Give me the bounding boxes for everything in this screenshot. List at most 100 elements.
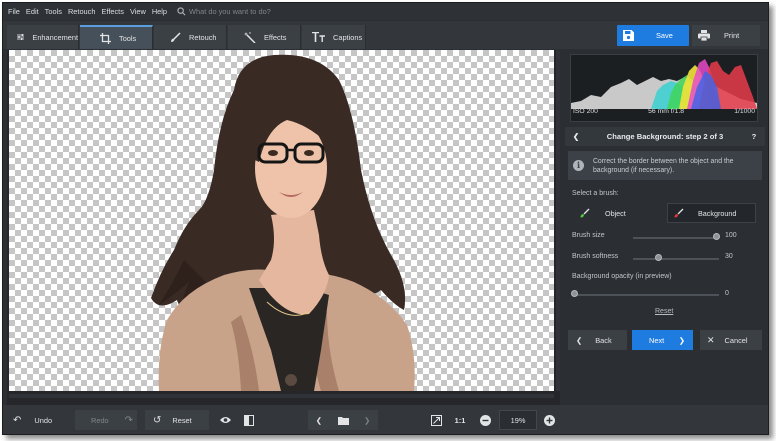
menu-tools[interactable]: Tools bbox=[45, 3, 62, 20]
brush-size-label: Brush size bbox=[572, 232, 605, 239]
redo-label: Redo bbox=[91, 415, 109, 425]
exif-shutter: 1/1000 bbox=[734, 108, 755, 115]
horizontal-scrollbar[interactable] bbox=[9, 394, 554, 398]
object-brush-button[interactable]: Object bbox=[572, 203, 662, 223]
menu-retouch[interactable]: Retouch bbox=[68, 3, 96, 20]
image-canvas[interactable] bbox=[7, 50, 560, 405]
menu-help[interactable]: Help bbox=[152, 3, 167, 20]
actual-size-button[interactable]: 1:1 bbox=[451, 410, 469, 430]
background-opacity-label: Background opacity (in preview) bbox=[572, 273, 672, 280]
save-label: Save bbox=[656, 31, 673, 40]
menu-view[interactable]: View bbox=[130, 3, 146, 20]
background-opacity-slider[interactable] bbox=[575, 294, 719, 296]
brush-softness-handle[interactable] bbox=[654, 254, 662, 261]
fit-screen-icon bbox=[430, 414, 442, 426]
chevron-right-icon[interactable]: ❯ bbox=[364, 416, 370, 425]
preview-eye-button[interactable] bbox=[215, 410, 235, 430]
redo-icon: ↷ bbox=[124, 414, 134, 426]
tab-label: Tools bbox=[119, 33, 137, 43]
tab-retouch[interactable]: Retouch bbox=[154, 25, 227, 49]
back-button[interactable]: ❮ Back bbox=[568, 330, 627, 350]
print-button[interactable]: Print bbox=[692, 25, 760, 46]
brush-softness-label: Brush softness bbox=[572, 253, 619, 260]
print-label: Print bbox=[724, 31, 740, 40]
portrait-cutout bbox=[151, 54, 415, 391]
save-button[interactable]: Save bbox=[617, 25, 689, 46]
next-button[interactable]: Next ❯ bbox=[632, 330, 693, 350]
help-button[interactable]: ? bbox=[743, 132, 765, 141]
brush-size-slider[interactable] bbox=[633, 237, 717, 239]
brush-size-value: 100 bbox=[725, 232, 737, 239]
right-panel: ISO 200 56 mm f/1.8 1/1000 ❮ Change Back… bbox=[565, 50, 768, 405]
plus-circle-icon bbox=[543, 414, 555, 426]
step-title: Change Background: step 2 of 3 bbox=[606, 132, 724, 141]
close-icon: ✕ bbox=[707, 334, 715, 345]
search-box bbox=[177, 7, 320, 16]
undo-button[interactable]: ↶ Undo bbox=[7, 410, 71, 430]
exif-lens: 56 mm f/1.8 bbox=[648, 108, 685, 115]
tab-label: Retouch bbox=[189, 32, 217, 42]
exif-iso: ISO 200 bbox=[573, 108, 598, 115]
brush-select-label: Select a brush: bbox=[572, 190, 619, 197]
histogram-graph bbox=[571, 59, 757, 109]
info-text: Correct the border between the object an… bbox=[592, 157, 734, 174]
text-icon bbox=[312, 32, 325, 42]
transparency-checkerboard bbox=[9, 50, 554, 391]
magic-wand-icon bbox=[244, 31, 256, 43]
object-brush-label: Object bbox=[605, 208, 626, 218]
cancel-button[interactable]: ✕ Cancel bbox=[700, 330, 762, 350]
rotate-left-icon: ↺ bbox=[153, 414, 162, 426]
brush-softness-slider[interactable] bbox=[633, 258, 719, 260]
zoom-out-button[interactable] bbox=[477, 410, 493, 430]
info-icon: i bbox=[573, 160, 584, 171]
vertical-scrollbar[interactable] bbox=[556, 50, 560, 391]
info-box: i Correct the border between the object … bbox=[568, 151, 762, 180]
crop-icon bbox=[100, 32, 111, 44]
background-brush-button[interactable]: Background bbox=[667, 203, 756, 223]
background-brush-label: Background bbox=[698, 208, 737, 218]
tab-label: Captions bbox=[333, 32, 363, 42]
brush-softness-value: 30 bbox=[725, 253, 733, 260]
sliders-icon bbox=[17, 33, 25, 41]
red-brush-icon bbox=[674, 208, 684, 218]
app-window: File Edit Tools Retouch Effects View Hel… bbox=[2, 2, 769, 435]
search-icon bbox=[177, 7, 186, 16]
folder-icon[interactable] bbox=[337, 416, 349, 425]
brush-size-handle[interactable] bbox=[713, 233, 720, 240]
reset-button[interactable]: ↺ Reset bbox=[145, 410, 209, 430]
cancel-label: Cancel bbox=[724, 335, 748, 345]
eye-icon bbox=[219, 417, 231, 423]
chevron-left-icon[interactable]: ❮ bbox=[316, 416, 322, 425]
printer-icon bbox=[698, 30, 710, 41]
reset-label: Reset bbox=[172, 415, 192, 425]
chevron-left-icon[interactable]: ❮ bbox=[565, 132, 587, 141]
zoom-level-field[interactable]: 19% bbox=[499, 410, 537, 430]
back-label: Back bbox=[595, 335, 612, 345]
next-label: Next bbox=[649, 335, 665, 345]
menu-file[interactable]: File bbox=[8, 3, 20, 20]
search-input[interactable] bbox=[189, 7, 320, 16]
fit-to-screen-button[interactable] bbox=[428, 410, 444, 430]
before-after-icon bbox=[244, 414, 254, 426]
menu-effects[interactable]: Effects bbox=[101, 3, 123, 20]
tab-captions[interactable]: Captions bbox=[302, 25, 366, 49]
background-opacity-handle[interactable] bbox=[571, 290, 578, 297]
compare-button[interactable] bbox=[239, 410, 259, 430]
tab-tools[interactable]: Tools bbox=[80, 25, 153, 49]
brush-icon bbox=[171, 31, 181, 42]
menu-edit[interactable]: Edit bbox=[26, 3, 39, 20]
green-brush-icon bbox=[580, 208, 590, 218]
exif-info: ISO 200 56 mm f/1.8 1/1000 bbox=[570, 108, 758, 120]
redo-button[interactable]: Redo ↷ bbox=[75, 410, 137, 430]
reset-link[interactable]: Reset bbox=[655, 308, 673, 315]
tab-effects[interactable]: Effects bbox=[228, 25, 301, 49]
menu-bar: File Edit Tools Retouch Effects View Hel… bbox=[3, 3, 768, 20]
zoom-in-button[interactable] bbox=[541, 410, 557, 430]
bottom-toolbar: ↶ Undo Redo ↷ ↺ Reset ❮ ❯ 1:1 19% bbox=[3, 405, 768, 434]
undo-icon: ↶ bbox=[13, 414, 22, 426]
tab-label: Enhancement bbox=[32, 32, 78, 42]
undo-label: Undo bbox=[34, 415, 53, 425]
tab-label: Effects bbox=[264, 32, 287, 42]
tab-enhancement[interactable]: Enhancement bbox=[7, 25, 79, 49]
floppy-disk-icon bbox=[623, 30, 634, 41]
